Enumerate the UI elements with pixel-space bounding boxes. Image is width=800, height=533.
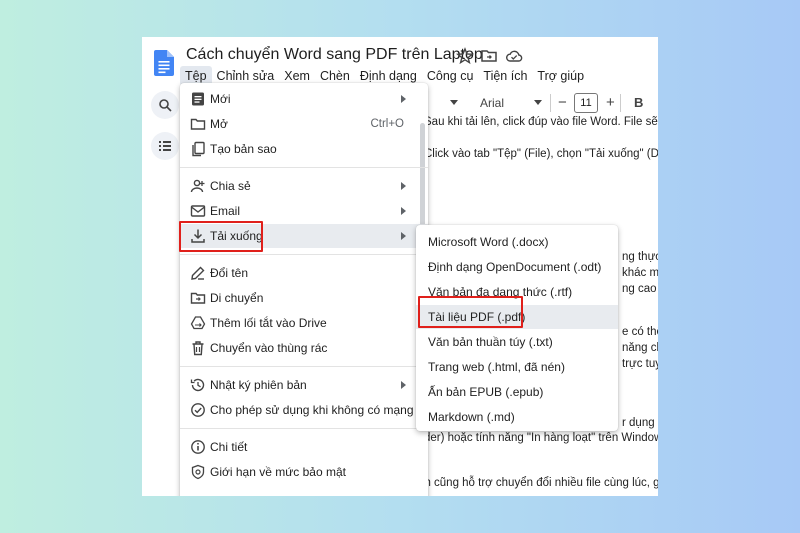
menu-help[interactable]: Trợ giúp [532, 66, 589, 86]
doc-text-line: e có thể c [622, 326, 658, 338]
doc-text-line: ng thực h [622, 251, 658, 263]
submenu-item-label: Ấn bản EPUB (.epub) [428, 385, 544, 399]
star-icon[interactable] [456, 47, 474, 65]
history-icon [190, 378, 205, 392]
menu-item-security-limitations[interactable]: Giới hạn về mức bảo mật [180, 460, 428, 484]
rename-icon [191, 266, 205, 280]
mail-icon [190, 205, 206, 217]
google-docs-logo-icon[interactable] [154, 50, 174, 76]
share-person-icon [190, 179, 205, 193]
screenshot-frame: Cách chuyển Word sang PDF trên Laptop Tệ… [142, 37, 658, 496]
move-to-folder-icon[interactable] [480, 47, 498, 65]
outline-button[interactable] [151, 132, 179, 160]
submenu-arrow-icon [401, 232, 406, 240]
search-menus-button[interactable] [151, 91, 179, 119]
menu-item-email[interactable]: Email [180, 199, 428, 223]
pdf-highlight-box [418, 296, 523, 328]
menu-item-label: Thêm lối tắt vào Drive [210, 316, 327, 330]
info-icon [191, 440, 205, 454]
security-limit-icon [191, 464, 205, 480]
submenu-item-label: Trang web (.html, đã nén) [428, 360, 565, 374]
menu-item-details[interactable]: Chi tiết [180, 435, 428, 459]
menu-tools[interactable]: Công cụ [422, 66, 479, 86]
menu-item-label: Cho phép sử dụng khi không có mạng [210, 403, 414, 417]
cloud-saved-icon[interactable] [505, 47, 523, 65]
download-txt-option[interactable]: Văn bản thuần túy (.txt) [416, 330, 618, 354]
decrease-font-size-button[interactable]: − [558, 91, 567, 115]
formatting-toolbar: Arial − 11 + B [422, 91, 658, 115]
download-epub-option[interactable]: Ấn bản EPUB (.epub) [416, 380, 618, 404]
offline-icon [191, 403, 205, 417]
submenu-item-label: Định dạng OpenDocument (.odt) [428, 260, 602, 274]
document-title[interactable]: Cách chuyển Word sang PDF trên Laptop [186, 46, 483, 64]
toolbar-divider [620, 94, 627, 112]
submenu-item-label: Markdown (.md) [428, 410, 515, 424]
font-dropdown-chevron-icon[interactable] [534, 100, 542, 106]
chevron-down-icon[interactable] [450, 100, 458, 106]
increase-font-size-button[interactable]: + [606, 91, 615, 115]
menu-item-open[interactable]: Mở Ctrl+O [180, 112, 428, 136]
doc-text-line: ng cao n [622, 283, 658, 295]
menu-item-label: Chuyển vào thùng rác [210, 341, 328, 355]
submenu-item-label: Văn bản thuần túy (.txt) [428, 335, 553, 349]
shortcut-label: Ctrl+O [370, 118, 404, 130]
download-odt-option[interactable]: Định dạng OpenDocument (.odt) [416, 255, 618, 279]
doc-text-line: Sau khi tải lên, click đúp vào file Word… [424, 116, 658, 128]
submenu-arrow-icon [401, 207, 406, 215]
menu-item-label: Chi tiết [210, 440, 248, 454]
download-docx-option[interactable]: Microsoft Word (.docx) [416, 230, 618, 254]
doc-text-line: khác mà [622, 267, 658, 279]
submenu-item-label: Microsoft Word (.docx) [428, 235, 549, 249]
bold-button[interactable]: B [634, 91, 643, 115]
download-md-option[interactable]: Markdown (.md) [416, 405, 618, 429]
menu-item-make-copy[interactable]: Tạo bản sao [180, 137, 428, 161]
menu-item-share[interactable]: Chia sẻ [180, 174, 428, 198]
submenu-arrow-icon [401, 381, 406, 389]
toolbar-divider [550, 94, 557, 112]
menu-item-label: Email [210, 204, 241, 218]
copy-icon [192, 141, 205, 157]
menu-divider [180, 254, 428, 255]
doc-text-line: r dụng p [622, 417, 658, 429]
new-doc-icon [192, 92, 204, 106]
menu-item-new[interactable]: Mới [180, 87, 428, 111]
menu-item-label: Chia sẻ [210, 179, 251, 193]
menu-item-label: Mở [210, 117, 228, 131]
menu-item-make-available-offline[interactable]: Cho phép sử dụng khi không có mạng [180, 398, 428, 422]
folder-open-icon [190, 118, 206, 130]
file-menu: Mới Mở Ctrl+O Tạo bản sao Chia sẻ Email … [180, 83, 428, 496]
menu-item-label: Di chuyển [210, 291, 264, 305]
doc-text-line: trực tuyế [622, 358, 658, 370]
menu-extensions[interactable]: Tiện ích [478, 66, 532, 86]
menu-item-label: Giới hạn về mức bảo mật [210, 465, 346, 479]
submenu-arrow-icon [401, 182, 406, 190]
menu-item-rename[interactable]: Đổi tên [180, 261, 428, 285]
download-highlight-box [179, 221, 263, 252]
menu-item-label: Nhật ký phiên bản [210, 378, 307, 392]
menu-divider [180, 366, 428, 367]
menu-item-move-to-trash[interactable]: Chuyển vào thùng rác [180, 336, 428, 360]
menu-item-version-history[interactable]: Nhật ký phiên bản [180, 373, 428, 397]
submenu-arrow-icon [401, 95, 406, 103]
doc-text-line: der) hoặc tính năng "In hàng loạt" trên … [424, 432, 658, 444]
menu-item-move[interactable]: Di chuyển [180, 286, 428, 310]
outline-list-icon [159, 141, 171, 151]
search-icon [159, 99, 172, 112]
download-html-option[interactable]: Trang web (.html, đã nén) [416, 355, 618, 379]
doc-text-line: Click vào tab "Tệp" (File), chọn "Tải xu… [424, 148, 658, 160]
menu-item-label: Tạo bản sao [210, 142, 277, 156]
trash-icon [192, 341, 204, 356]
font-size-input[interactable]: 11 [574, 93, 598, 113]
menu-divider [180, 167, 428, 168]
download-submenu: Microsoft Word (.docx) Định dạng OpenDoc… [416, 225, 618, 431]
doc-text-line: năng ch [622, 342, 658, 354]
font-family-select[interactable]: Arial [480, 91, 504, 115]
drive-shortcut-icon [190, 316, 206, 330]
move-folder-icon [190, 292, 206, 304]
menu-item-label: Mới [210, 92, 231, 106]
menu-divider [180, 428, 428, 429]
menu-item-label: Đổi tên [210, 266, 249, 280]
menu-item-add-shortcut[interactable]: Thêm lối tắt vào Drive [180, 311, 428, 335]
